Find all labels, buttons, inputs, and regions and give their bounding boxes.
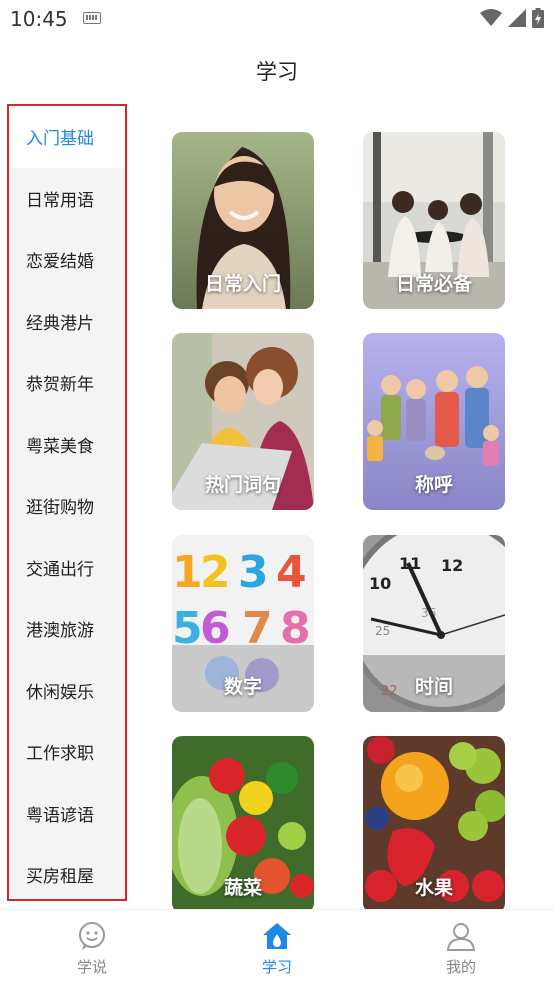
sidebar-item-shopping[interactable]: 逛街购物 bbox=[9, 475, 125, 537]
sidebar-item-cantonese-food[interactable]: 粤菜美食 bbox=[9, 414, 125, 476]
sidebar-item-daily-phrases[interactable]: 日常用语 bbox=[9, 168, 125, 230]
nav-item-speak[interactable]: 学说 bbox=[32, 910, 152, 984]
lesson-card-label: 时间 bbox=[414, 676, 453, 698]
nav-label-speak: 学说 bbox=[76, 958, 107, 976]
sidebar-item-hk-movies[interactable]: 经典港片 bbox=[9, 291, 125, 353]
svg-text:7: 7 bbox=[242, 603, 273, 654]
lesson-card-label: 水果 bbox=[414, 877, 453, 899]
svg-text:4: 4 bbox=[276, 547, 307, 598]
chat-smile-icon bbox=[79, 922, 105, 950]
status-time: 10:45 bbox=[10, 7, 68, 31]
lesson-card-label: 热门词句 bbox=[204, 474, 281, 496]
svg-text:12: 12 bbox=[441, 556, 463, 575]
sidebar-item-new-year[interactable]: 恭贺新年 bbox=[9, 352, 125, 414]
lesson-card-label: 称呼 bbox=[414, 474, 453, 496]
lesson-card-label: 数字 bbox=[223, 676, 262, 698]
svg-text:1: 1 bbox=[172, 547, 203, 598]
sidebar-item-transport[interactable]: 交通出行 bbox=[9, 537, 125, 599]
lesson-card-label: 蔬菜 bbox=[223, 877, 262, 899]
svg-text:10: 10 bbox=[369, 574, 391, 593]
sidebar-item-housing[interactable]: 买房租屋 bbox=[9, 844, 125, 899]
lesson-card-fruits[interactable]: 水果 bbox=[363, 736, 505, 909]
category-sidebar: 入门基础 日常用语 恋爱结婚 经典港片 恭贺新年 粤菜美食 逛街购物 交通出行 … bbox=[7, 104, 127, 901]
lesson-grid: 日常入门 日常必备 热门词句 称呼 1 2 3 4 5 6 7 8 数字 10 … bbox=[131, 104, 554, 909]
lesson-card-address-terms[interactable]: 称呼 bbox=[363, 333, 505, 510]
keyboard-icon bbox=[83, 12, 101, 24]
lesson-card-numbers[interactable]: 1 2 3 4 5 6 7 8 数字 bbox=[172, 535, 314, 712]
sidebar-item-basics[interactable]: 入门基础 bbox=[9, 106, 125, 168]
lesson-card-label: 日常入门 bbox=[204, 273, 281, 295]
bottom-nav: 学说 学习 我的 bbox=[0, 909, 554, 984]
nav-label-study: 学习 bbox=[261, 958, 292, 976]
svg-text:2: 2 bbox=[200, 547, 231, 598]
lesson-card-hot-phrases[interactable]: 热门词句 bbox=[172, 333, 314, 510]
battery-icon bbox=[532, 8, 544, 28]
nav-label-mine: 我的 bbox=[445, 958, 476, 976]
svg-text:8: 8 bbox=[280, 603, 311, 654]
sidebar-item-jobs[interactable]: 工作求职 bbox=[9, 721, 125, 783]
sidebar-item-proverbs[interactable]: 粤语谚语 bbox=[9, 783, 125, 845]
lesson-card-time[interactable]: 10 11 12 25 36 22 时间 bbox=[363, 535, 505, 712]
lesson-card-daily-intro[interactable]: 日常入门 bbox=[172, 132, 314, 309]
user-icon bbox=[446, 923, 476, 951]
nav-item-study[interactable]: 学习 bbox=[217, 910, 337, 984]
status-bar: 10:45 bbox=[0, 0, 554, 38]
sidebar-item-love-marriage[interactable]: 恋爱结婚 bbox=[9, 229, 125, 291]
home-drop-icon bbox=[263, 923, 291, 949]
lesson-card-daily-essentials[interactable]: 日常必备 bbox=[363, 132, 505, 309]
sidebar-item-leisure[interactable]: 休闲娱乐 bbox=[9, 660, 125, 722]
status-icons bbox=[480, 8, 544, 28]
page-title: 学习 bbox=[256, 60, 298, 84]
lesson-card-label: 日常必备 bbox=[395, 273, 472, 295]
svg-text:5: 5 bbox=[172, 603, 203, 654]
sidebar-item-travel[interactable]: 港澳旅游 bbox=[9, 598, 125, 660]
svg-text:3: 3 bbox=[238, 547, 269, 598]
lesson-card-vegetables[interactable]: 蔬菜 bbox=[172, 736, 314, 909]
signal-icon bbox=[508, 9, 526, 27]
wifi-icon bbox=[480, 9, 502, 26]
svg-text:6: 6 bbox=[200, 603, 231, 654]
svg-text:25: 25 bbox=[375, 624, 390, 638]
title-bar: 学习 bbox=[0, 38, 554, 104]
nav-item-mine[interactable]: 我的 bbox=[401, 910, 521, 984]
